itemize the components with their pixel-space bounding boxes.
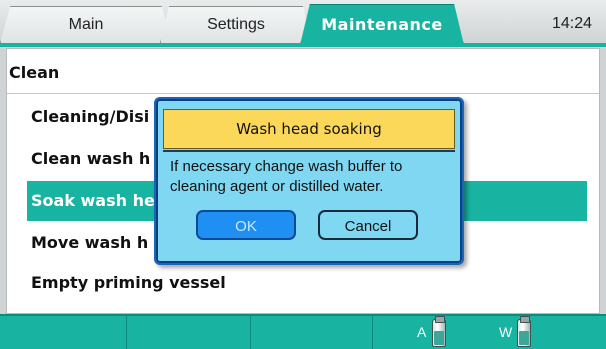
softkey-2[interactable] <box>126 316 251 349</box>
instrument-screen: Main Settings Maintenance 14:24 Clean Cl… <box>0 0 606 349</box>
page-title: Clean <box>9 63 60 82</box>
dialog-message-line-2: cleaning agent or distilled water. <box>170 178 384 195</box>
tab-maintenance[interactable]: Maintenance <box>300 4 464 45</box>
dialog-message: If necessary change wash buffer to clean… <box>170 157 454 197</box>
clock: 14:24 <box>551 15 592 32</box>
panel-header: Clean <box>7 49 599 94</box>
bottom-bar: A W <box>0 314 606 349</box>
tab-settings[interactable]: Settings <box>160 6 312 43</box>
dialog-divider <box>163 150 455 152</box>
dialog-message-line-1: If necessary change wash buffer to <box>170 158 403 175</box>
softkey-1[interactable] <box>0 316 127 349</box>
tab-underline <box>0 43 606 47</box>
bottle-w-label: W <box>499 324 513 340</box>
dialog-title: Wash head soaking <box>163 109 455 149</box>
tab-main[interactable]: Main <box>0 6 172 43</box>
tab-bar: Main Settings Maintenance 14:24 <box>0 0 606 45</box>
wash-head-soaking-dialog: Wash head soaking If necessary change wa… <box>154 97 464 265</box>
cancel-button[interactable]: Cancel <box>318 210 418 240</box>
reagent-status: A W <box>372 316 606 349</box>
bottle-a-label: A <box>417 324 427 340</box>
list-item-empty-priming-vessel[interactable]: Empty priming vessel <box>27 263 587 303</box>
bottle-icon <box>517 316 531 347</box>
softkey-3[interactable] <box>250 316 373 349</box>
bottle-icon <box>432 316 446 347</box>
ok-button[interactable]: OK <box>196 210 296 240</box>
